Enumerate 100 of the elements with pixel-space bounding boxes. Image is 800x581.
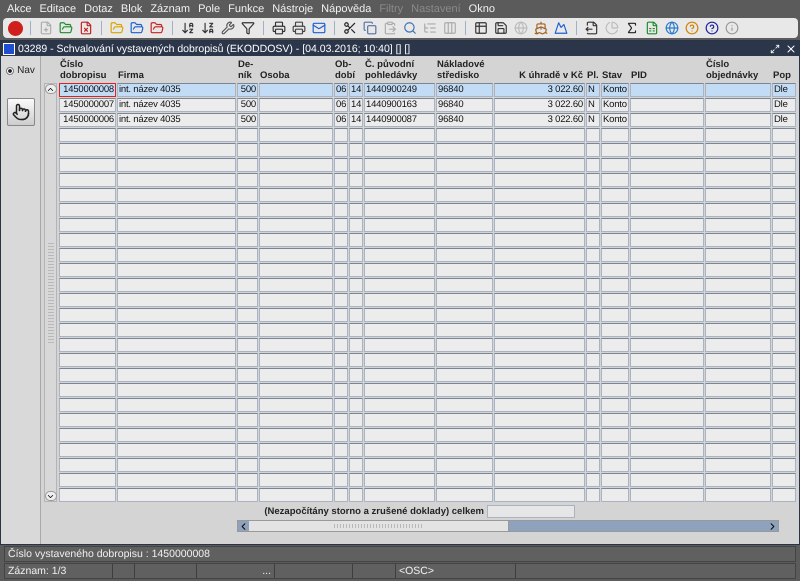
table-cell bbox=[586, 233, 600, 247]
table-cell bbox=[601, 458, 629, 472]
folder-icon[interactable] bbox=[149, 20, 165, 36]
table-cell bbox=[601, 338, 629, 352]
table-cell bbox=[772, 248, 796, 262]
menu-item[interactable]: Nápověda bbox=[317, 3, 376, 15]
menu-item[interactable]: Nástroje bbox=[268, 3, 318, 15]
printer-icon[interactable] bbox=[271, 20, 287, 36]
table-cell bbox=[364, 398, 435, 412]
table-cell bbox=[59, 143, 116, 157]
sort-descending-icon[interactable] bbox=[200, 20, 216, 36]
save-icon[interactable] bbox=[493, 20, 509, 36]
column-header: De- ník bbox=[237, 58, 254, 83]
folder-icon[interactable] bbox=[129, 20, 145, 36]
table-cell bbox=[601, 323, 629, 337]
mountain-icon[interactable] bbox=[553, 20, 569, 36]
browser-icon[interactable] bbox=[664, 20, 680, 36]
table-cell bbox=[705, 338, 771, 352]
table-cell bbox=[586, 308, 600, 322]
total-label: (Nezapočítány storno a zrušené doklady) celkem bbox=[264, 506, 484, 517]
table-cell bbox=[436, 413, 493, 427]
printer-icon[interactable] bbox=[291, 20, 307, 36]
table-cell bbox=[601, 428, 629, 442]
vertical-scrollbar[interactable] bbox=[44, 83, 57, 502]
menu-item[interactable]: Akce bbox=[3, 3, 36, 15]
table-cell: N bbox=[586, 113, 600, 127]
table-cell bbox=[59, 473, 116, 487]
table-cell bbox=[334, 413, 348, 427]
exit-icon[interactable] bbox=[7, 20, 23, 36]
table-cell bbox=[349, 353, 363, 367]
table-cell bbox=[334, 218, 348, 232]
menu-item[interactable]: Editace bbox=[35, 3, 80, 15]
table-cell bbox=[586, 383, 600, 397]
table-cell bbox=[237, 143, 258, 157]
menu-item[interactable]: Pole bbox=[194, 3, 224, 15]
table-cell bbox=[601, 248, 629, 262]
table-cell bbox=[772, 398, 796, 412]
table-cell bbox=[59, 338, 116, 352]
cut-icon[interactable] bbox=[342, 20, 358, 36]
table-cell bbox=[705, 368, 771, 382]
table-cell bbox=[334, 323, 348, 337]
column-header: Číslo objednávky bbox=[705, 58, 760, 83]
table-cell bbox=[334, 338, 348, 352]
table-cell bbox=[436, 473, 493, 487]
table-cell bbox=[586, 128, 600, 142]
table-cell bbox=[237, 278, 258, 292]
menu-item[interactable]: Funkce bbox=[224, 3, 268, 15]
table-cell bbox=[364, 278, 435, 292]
export-icon[interactable] bbox=[584, 20, 600, 36]
restore-icon[interactable] bbox=[770, 44, 780, 54]
table-cell bbox=[705, 428, 771, 442]
table-cell bbox=[349, 278, 363, 292]
column-header: K úhradě v Kč bbox=[518, 69, 584, 83]
table-cell bbox=[772, 143, 796, 157]
table-cell bbox=[59, 218, 116, 232]
help-icon[interactable] bbox=[704, 20, 720, 36]
mail-icon[interactable] bbox=[311, 20, 327, 36]
table-cell bbox=[772, 278, 796, 292]
column-header: Pop bbox=[772, 69, 792, 83]
table-cell bbox=[237, 263, 258, 277]
table-cell bbox=[334, 128, 348, 142]
table-cell bbox=[705, 203, 771, 217]
navigate-button[interactable] bbox=[6, 98, 34, 126]
table-cell bbox=[364, 128, 435, 142]
nav-radio[interactable]: Nav bbox=[6, 65, 35, 76]
table-cell bbox=[364, 443, 435, 457]
table-cell bbox=[364, 233, 435, 247]
horizontal-scrollbar[interactable] bbox=[237, 520, 779, 532]
table-cell bbox=[436, 278, 493, 292]
open-icon[interactable] bbox=[58, 20, 74, 36]
table-cell bbox=[237, 233, 258, 247]
table-cell bbox=[705, 278, 771, 292]
menu-item[interactable]: Záznam bbox=[146, 3, 194, 15]
table-cell bbox=[334, 173, 348, 187]
menu-item[interactable]: Okno bbox=[464, 3, 499, 15]
table-cell bbox=[334, 158, 348, 172]
table-cell bbox=[772, 218, 796, 232]
copy-icon[interactable] bbox=[362, 20, 378, 36]
table-cell bbox=[601, 488, 629, 502]
search-icon[interactable] bbox=[402, 20, 418, 36]
table-cell bbox=[237, 248, 258, 262]
delete-record-icon[interactable] bbox=[78, 20, 94, 36]
table-cell bbox=[334, 278, 348, 292]
table-cell bbox=[705, 308, 771, 322]
table-cell bbox=[349, 323, 363, 337]
close-icon[interactable] bbox=[785, 42, 797, 54]
menu-item[interactable]: Dotaz bbox=[80, 3, 117, 15]
table-cell bbox=[586, 218, 600, 232]
sort-ascending-icon[interactable] bbox=[180, 20, 196, 36]
table-cell: 1440900249 bbox=[364, 83, 435, 97]
table-cell: 1450000008 bbox=[59, 83, 116, 97]
table-cell bbox=[601, 218, 629, 232]
filter-icon[interactable] bbox=[240, 20, 256, 36]
table-cell bbox=[237, 428, 258, 442]
table-cell bbox=[349, 383, 363, 397]
table-icon[interactable] bbox=[473, 20, 489, 36]
spreadsheet-icon[interactable] bbox=[644, 20, 660, 36]
menu-item[interactable]: Blok bbox=[116, 3, 146, 15]
column-header: PID bbox=[630, 69, 648, 83]
wrench-icon[interactable] bbox=[220, 20, 236, 36]
